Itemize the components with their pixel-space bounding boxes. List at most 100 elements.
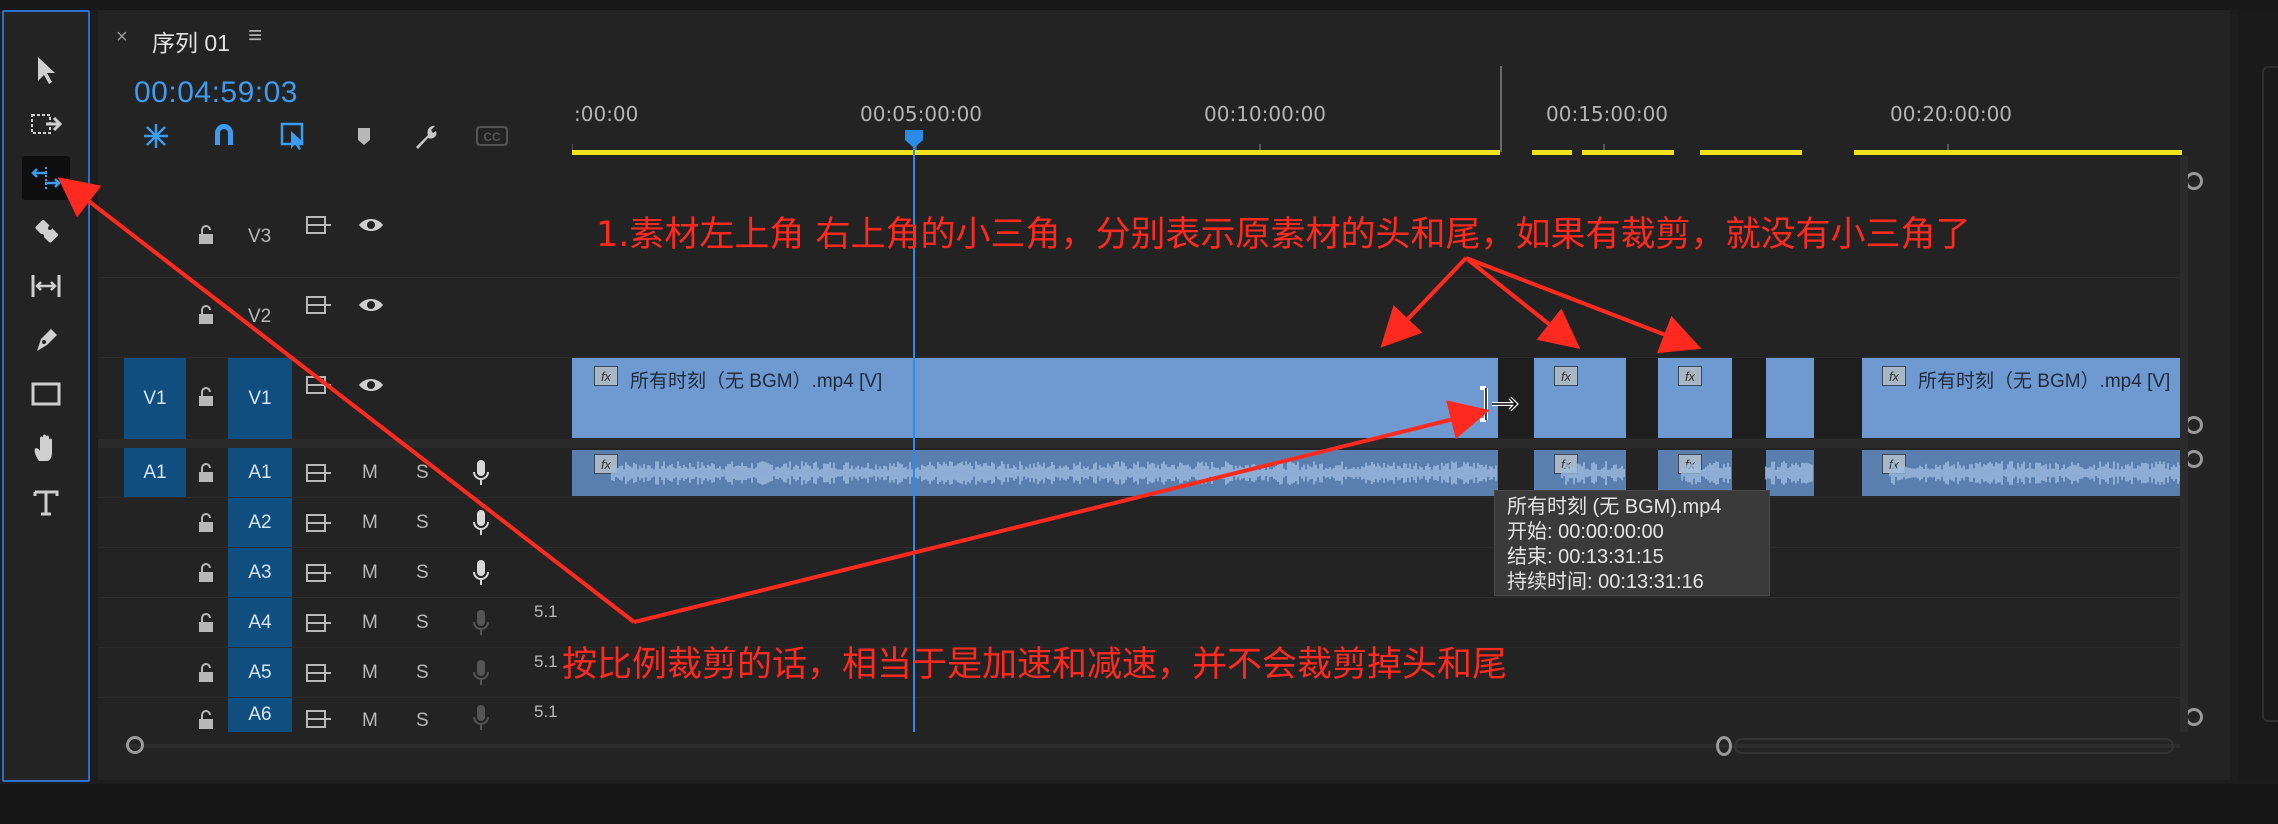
mute-button[interactable]: M — [362, 612, 378, 634]
toggle-sync-lock-icon[interactable] — [304, 510, 334, 536]
lock-icon[interactable] — [194, 560, 218, 586]
video-clip[interactable]: fx 所有时刻（无 BGM）.mp4 [V] — [1862, 358, 2182, 438]
video-clip[interactable]: fx 所有时刻（无 BGM）.mp4 [V] — [572, 358, 1498, 438]
type-tool-icon[interactable] — [22, 480, 70, 524]
snap-magnet-icon[interactable] — [206, 118, 242, 154]
lock-icon[interactable] — [194, 460, 218, 486]
solo-button[interactable]: S — [416, 512, 429, 534]
track-target-v1[interactable]: V1 — [228, 358, 292, 439]
microphone-icon[interactable] — [468, 608, 494, 638]
premiere-window: × 序列 01 ≡ 00:04:59:03 CC :00:00 00:05:00… — [0, 0, 2278, 824]
mute-button[interactable]: M — [362, 462, 378, 484]
source-patch-a1[interactable]: A1 — [124, 448, 186, 497]
lock-icon[interactable] — [194, 708, 218, 732]
eye-icon[interactable] — [356, 372, 386, 398]
toggle-sync-lock-icon[interactable] — [304, 560, 334, 586]
annotation-top: 1.素材左上角 右上角的小三角，分别表示原素材的头和尾，如果有裁剪，就没有小三角… — [596, 215, 1971, 255]
playhead-timecode[interactable]: 00:04:59:03 — [134, 76, 298, 110]
playhead-handle-icon[interactable] — [903, 128, 925, 150]
svg-text:CC: CC — [483, 130, 501, 144]
slip-tool-icon[interactable] — [22, 264, 70, 308]
solo-button[interactable]: S — [416, 710, 429, 732]
rectangle-tool-icon[interactable] — [22, 372, 70, 416]
fx-badge[interactable]: fx — [1554, 366, 1578, 386]
toggle-sync-lock-icon[interactable] — [304, 706, 334, 732]
nest-sequence-icon[interactable] — [138, 118, 174, 154]
toggle-sync-lock-icon[interactable] — [304, 460, 334, 486]
captions-cc-icon[interactable]: CC — [474, 118, 510, 154]
fx-badge[interactable]: fx — [1882, 366, 1906, 386]
toggle-sync-lock-icon[interactable] — [304, 212, 334, 238]
toggle-sync-lock-icon[interactable] — [304, 660, 334, 686]
tooltip-name: 所有时刻 (无 BGM).mp4 — [1507, 496, 1722, 518]
track-target-a2[interactable]: A2 — [228, 498, 292, 547]
video-clip[interactable]: fx — [1658, 358, 1732, 438]
lock-icon[interactable] — [194, 610, 218, 636]
work-area-bar[interactable] — [572, 150, 1500, 155]
lock-icon[interactable] — [194, 510, 218, 536]
mute-button[interactable]: M — [362, 662, 378, 684]
linked-selection-icon[interactable] — [276, 118, 312, 154]
panel-menu-icon[interactable]: ≡ — [248, 22, 262, 50]
work-area-bar[interactable] — [1532, 150, 1572, 155]
mute-button[interactable]: M — [362, 512, 378, 534]
track-target-a6[interactable]: A6 — [228, 698, 292, 732]
sequence-tab[interactable]: × 序列 01 ≡ — [98, 14, 498, 64]
track-a6: A6 M S 5.1 — [98, 698, 2182, 732]
timeline-tools-row: CC — [138, 118, 518, 154]
video-clip[interactable]: fx — [1534, 358, 1626, 438]
solo-button[interactable]: S — [416, 462, 429, 484]
microphone-icon[interactable] — [468, 508, 494, 538]
selection-tool-icon[interactable] — [22, 48, 70, 92]
lock-icon[interactable] — [194, 302, 218, 328]
track-select-forward-tool-icon[interactable] — [22, 102, 70, 146]
work-area-bar[interactable] — [1854, 150, 2182, 155]
tab-close-icon[interactable]: × — [116, 26, 128, 49]
scroll-start-handle[interactable] — [126, 736, 144, 754]
fx-badge[interactable]: fx — [594, 366, 618, 386]
source-patch-v1[interactable]: V1 — [124, 358, 186, 439]
toggle-sync-lock-icon[interactable] — [304, 292, 334, 318]
work-area-bar[interactable] — [1700, 150, 1774, 155]
hand-tool-icon[interactable] — [22, 426, 70, 470]
ripple-edit-tool-icon[interactable] — [22, 156, 70, 200]
sequence-title[interactable]: 序列 01 — [152, 24, 230, 58]
track-target-a5[interactable]: A5 — [228, 648, 292, 697]
channel-format: 5.1 — [534, 702, 558, 721]
microphone-icon[interactable] — [468, 558, 494, 588]
timeline-settings-wrench-icon[interactable] — [408, 118, 444, 154]
lock-icon[interactable] — [194, 660, 218, 686]
microphone-icon[interactable] — [468, 458, 494, 488]
scroll-track-remainder[interactable] — [1734, 738, 2174, 754]
horizontal-scrollbar[interactable] — [124, 734, 2180, 758]
solo-button[interactable]: S — [416, 612, 429, 634]
microphone-icon[interactable] — [468, 704, 494, 732]
clip-name: 所有时刻（无 BGM）.mp4 [V] — [630, 371, 883, 392]
toggle-sync-lock-icon[interactable] — [304, 610, 334, 636]
track-target-a4[interactable]: A4 — [228, 598, 292, 647]
lock-icon[interactable] — [194, 384, 218, 410]
video-clip[interactable] — [1766, 358, 1814, 438]
mute-button[interactable]: M — [362, 710, 378, 732]
eye-icon[interactable] — [356, 292, 386, 318]
track-label-v3[interactable]: V3 — [248, 226, 271, 248]
lock-icon[interactable] — [194, 222, 218, 248]
eye-icon[interactable] — [356, 212, 386, 238]
toggle-sync-lock-icon[interactable] — [304, 372, 334, 398]
mute-button[interactable]: M — [362, 562, 378, 584]
work-area-bar[interactable] — [1582, 150, 1674, 155]
pen-tool-icon[interactable] — [22, 318, 70, 362]
track-label-v2[interactable]: V2 — [248, 306, 271, 328]
fx-badge[interactable]: fx — [1678, 366, 1702, 386]
solo-button[interactable]: S — [416, 562, 429, 584]
time-ruler[interactable]: :00:00 00:05:00:00 00:10:00:00 00:15:00:… — [572, 60, 2182, 158]
solo-button[interactable]: S — [416, 662, 429, 684]
vertical-scrollbar[interactable] — [2180, 156, 2188, 732]
track-target-a1[interactable]: A1 — [228, 448, 292, 497]
razor-tool-icon[interactable] — [22, 210, 70, 254]
add-marker-icon[interactable] — [346, 118, 382, 154]
scroll-end-handle[interactable] — [1716, 736, 1732, 756]
work-area-bar[interactable] — [1764, 150, 1802, 155]
track-target-a3[interactable]: A3 — [228, 548, 292, 597]
microphone-icon[interactable] — [468, 658, 494, 688]
